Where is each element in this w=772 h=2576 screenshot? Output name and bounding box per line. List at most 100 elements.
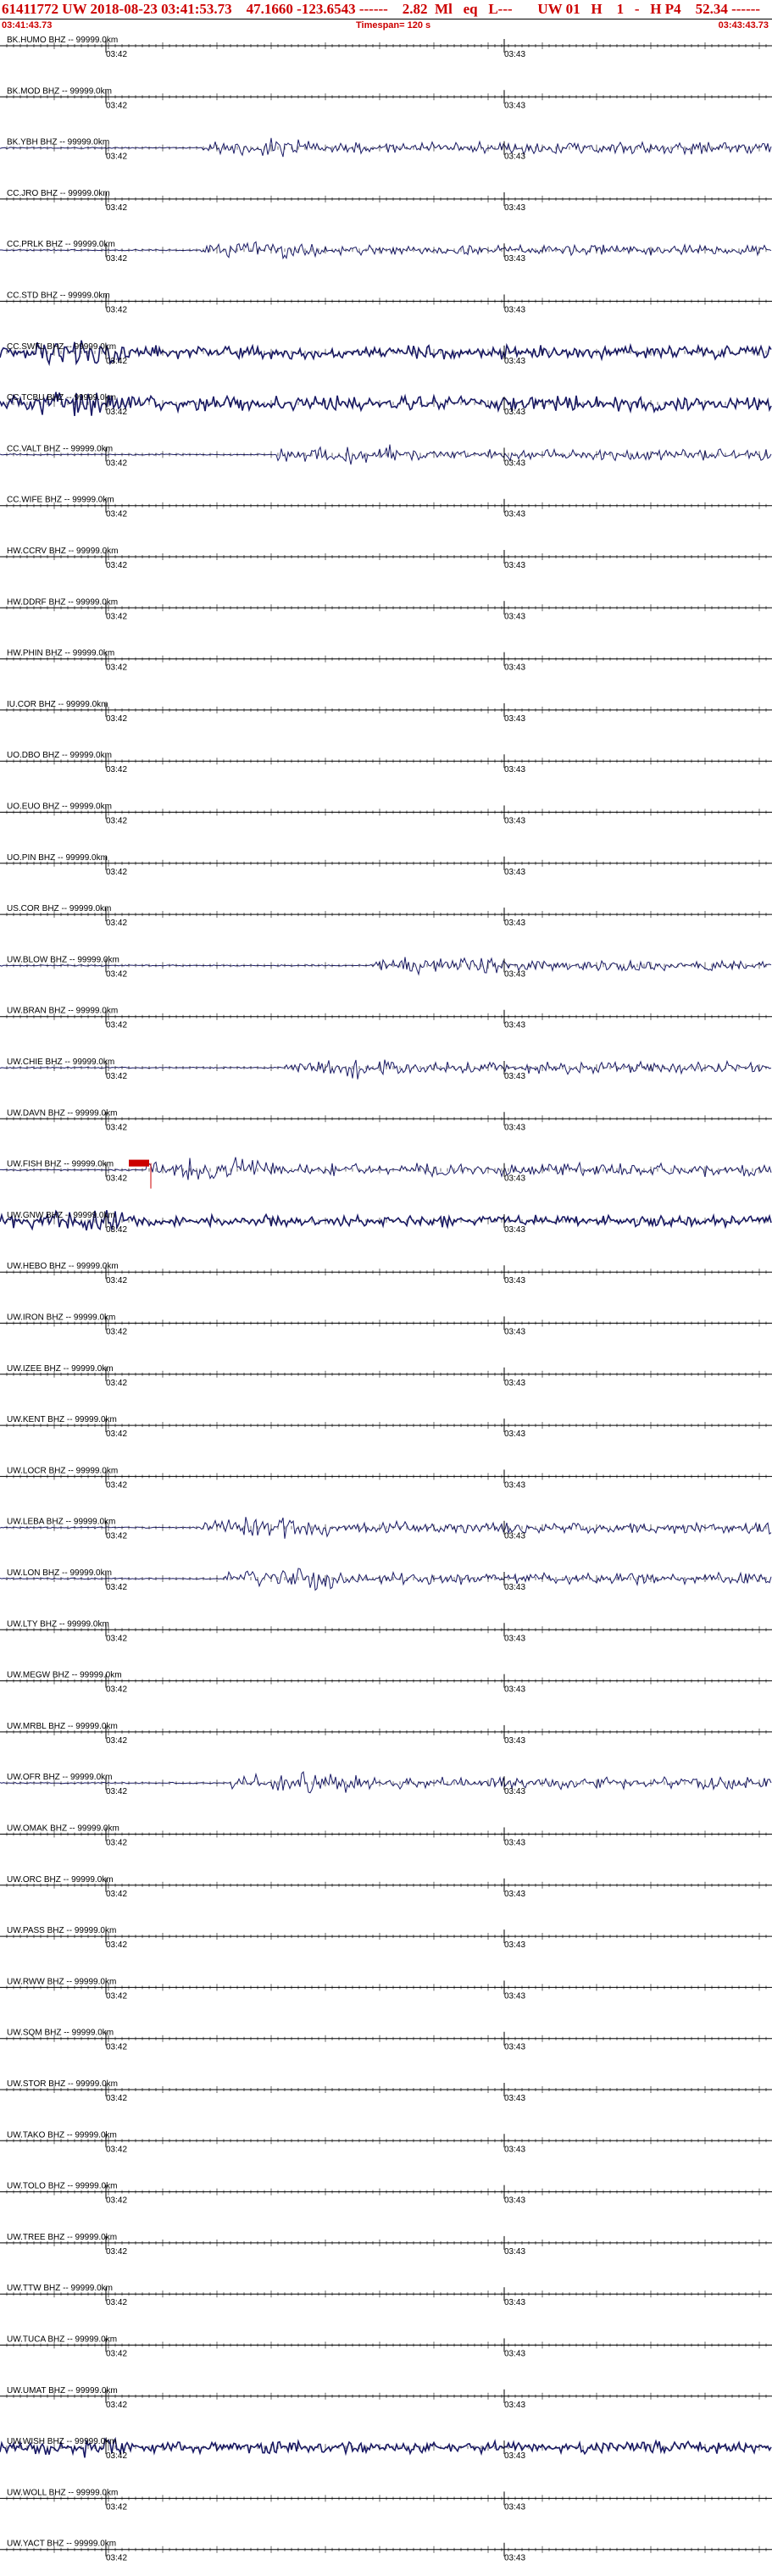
tick-label-first: 03:42 (106, 1890, 127, 1899)
station-row: UW.BRAN BHZ -- 99999.0km 03:42 03:43 (0, 1007, 772, 1030)
tick-label-second: 03:43 (504, 1174, 525, 1184)
tick-label-second: 03:43 (504, 50, 525, 59)
station-label: UW.FISH BHZ -- 99999.0km (7, 1160, 114, 1169)
station-row: UW.RWW BHZ -- 99999.0km 03:42 03:43 (0, 1977, 772, 2001)
station-row: CC.TCBU BHZ -- 99999.0km 03:42 03:43 (0, 391, 772, 417)
tick-label-second: 03:43 (504, 2094, 525, 2103)
tick-label-second: 03:43 (504, 612, 525, 621)
tick-label-second: 03:43 (504, 1890, 525, 1899)
station-row: US.COR BHZ -- 99999.0km 03:42 03:43 (0, 904, 772, 928)
station-label: UW.LEBA BHZ -- 99999.0km (7, 1518, 115, 1527)
station-row: UW.KENT BHZ -- 99999.0km 03:42 03:43 (0, 1415, 772, 1439)
station-row: UW.SQM BHZ -- 99999.0km 03:42 03:43 (0, 2029, 772, 2052)
tick-label-second: 03:43 (504, 868, 525, 877)
station-label: UW.OFR BHZ -- 99999.0km (7, 1773, 112, 1782)
station-label: CC.VALT BHZ -- 99999.0km (7, 444, 113, 453)
tick-label-second: 03:43 (504, 1532, 525, 1541)
tick-label-second: 03:43 (504, 458, 525, 468)
station-label: CC.STD BHZ -- 99999.0km (7, 291, 110, 301)
station-label: UO.EUO BHZ -- 99999.0km (7, 802, 112, 812)
tick-label-first: 03:42 (106, 1276, 127, 1285)
station-row: UW.MRBL BHZ -- 99999.0km 03:42 03:43 (0, 1722, 772, 1746)
tick-label-second: 03:43 (504, 1634, 525, 1643)
tick-label-first: 03:42 (106, 612, 127, 621)
tick-label-first: 03:42 (106, 1940, 127, 1950)
station-label: UW.IRON BHZ -- 99999.0km (7, 1313, 115, 1323)
tick-label-second: 03:43 (504, 1379, 525, 1388)
tick-label-first: 03:42 (106, 408, 127, 417)
tick-label-first: 03:42 (106, 2094, 127, 2103)
station-row: BK.MOD BHZ -- 99999.0km 03:42 03:43 (0, 86, 772, 110)
seismogram-traces: BK.HUMO BHZ -- 99999.0km 03:42 03:43 BK.MOD… (0, 36, 772, 2563)
tick-label-second: 03:43 (504, 1430, 525, 1439)
station-row: UO.PIN BHZ -- 99999.0km 03:42 03:43 (0, 853, 772, 877)
tick-label-first: 03:42 (106, 254, 127, 264)
station-row: UW.TAKO BHZ -- 99999.0km03:42 03:43 (0, 2130, 772, 2154)
station-label: HW.CCRV BHZ -- 99999.0km (7, 547, 119, 556)
tick-label-first: 03:42 (106, 1072, 127, 1081)
tick-label-second: 03:43 (504, 1991, 525, 2001)
station-label: CC.PRLK BHZ -- 99999.0km (7, 240, 115, 249)
station-row: UW.HEBO BHZ -- 99999.0km 03:42 03:43 (0, 1262, 772, 1285)
tick-label-first: 03:42 (106, 1225, 127, 1235)
tick-label-first: 03:42 (106, 50, 127, 59)
tick-label-second: 03:43 (504, 561, 525, 570)
station-label: CC.JRO BHZ -- 99999.0km (7, 189, 110, 198)
tick-label-second: 03:43 (504, 357, 525, 366)
station-row: CC.WIFE BHZ -- 99999.0km 03:42 03:43 (0, 496, 772, 519)
station-row: HW.DDRF BHZ -- 99999.0km 03:42 03:43 (0, 597, 772, 621)
station-label: UW.IZEE BHZ -- 99999.0km (7, 1364, 114, 1374)
station-label: BK.MOD BHZ -- 99999.0km (7, 86, 112, 96)
station-row: CC.JRO BHZ -- 99999.0km 03:42 03:43 (0, 189, 772, 213)
tick-label-second: 03:43 (504, 714, 525, 724)
tick-label-first: 03:42 (106, 1787, 127, 1796)
tick-label-first: 03:42 (106, 101, 127, 110)
station-row: UW.OFR BHZ -- 99999.0km 03:42 03:43 (0, 1770, 772, 1796)
tick-label-first: 03:42 (106, 1379, 127, 1388)
tick-label-second: 03:43 (504, 1787, 525, 1796)
tick-label-second: 03:43 (504, 203, 525, 213)
tick-label-first: 03:42 (106, 203, 127, 213)
tick-label-second: 03:43 (504, 817, 525, 826)
station-row: UO.EUO BHZ -- 99999.0km 03:42 03:43 (0, 802, 772, 826)
station-row: CC.SWFL BHZ -- 99999.0km 03:42 03:43 (0, 340, 772, 367)
station-label: UW.KENT BHZ -- 99999.0km (7, 1415, 117, 1424)
tick-label-second: 03:43 (504, 663, 525, 673)
station-row: UW.LON BHZ -- 99999.0km 03:42 03:43 (0, 1568, 772, 1592)
station-row: CC.PRLK BHZ -- 99999.0km 03:42 03:43 (0, 240, 772, 264)
station-label: BK.YBH BHZ -- 99999.0km (7, 138, 109, 147)
tick-label-first: 03:42 (106, 1430, 127, 1439)
tick-label-first: 03:42 (106, 1174, 127, 1184)
tick-label-second: 03:43 (504, 1328, 525, 1337)
pick-marker (129, 1159, 149, 1167)
station-row: UW.OMAK BHZ -- 99999.0km 03:42 03:43 (0, 1824, 772, 1848)
tick-label-first: 03:42 (106, 357, 127, 366)
station-label: UW.SQM BHZ -- 99999.0km (7, 2029, 114, 2038)
station-label: US.COR BHZ -- 99999.0km (7, 904, 111, 913)
tick-label-first: 03:42 (106, 1991, 127, 2001)
tick-label-second: 03:43 (504, 1123, 525, 1132)
station-row: UW.BLOW BHZ -- 99999.0km 03:42 03:43 (0, 955, 772, 979)
station-label: UW.STOR BHZ -- 99999.0km (7, 2079, 118, 2089)
tick-label-first: 03:42 (106, 510, 127, 519)
station-label: UW.HEBO BHZ -- 99999.0km (7, 1262, 119, 1271)
tick-label-first: 03:42 (106, 1480, 127, 1490)
station-label: UW.GNW BHZ -- 99999.0km (7, 1211, 115, 1220)
station-row: IU.COR BHZ -- 99999.0km 03:42 03:43 (0, 700, 772, 724)
station-label: UW.MRBL BHZ -- 99999.0km (7, 1722, 118, 1731)
station-row: UW.DAVN BHZ -- 99999.0km 03:42 03:43 (0, 1108, 772, 1132)
station-label: UW.LTY BHZ -- 99999.0km (7, 1619, 109, 1629)
tick-label-second: 03:43 (504, 101, 525, 110)
station-row: UW.LTY BHZ -- 99999.0km 03:42 03:43 (0, 1619, 772, 1643)
station-row: UW.LEBA BHZ -- 99999.0km 03:42 03:43 (0, 1517, 772, 1541)
tick-label-first: 03:42 (106, 868, 127, 877)
tick-label-second: 03:43 (504, 1021, 525, 1030)
station-row: UW.PASS BHZ -- 99999.0km 03:42 03:43 (0, 1926, 772, 1950)
tick-label-second: 03:43 (504, 1736, 525, 1746)
station-label: UW.OMAK BHZ -- 99999.0km (7, 1824, 119, 1834)
tick-label-second: 03:43 (504, 408, 525, 417)
tick-label-first: 03:42 (106, 765, 127, 774)
station-row: UW.LOCR BHZ -- 99999.0km 03:42 03:43 (0, 1466, 772, 1490)
tick-label-second: 03:43 (504, 306, 525, 315)
tick-label-second: 03:43 (504, 1276, 525, 1285)
